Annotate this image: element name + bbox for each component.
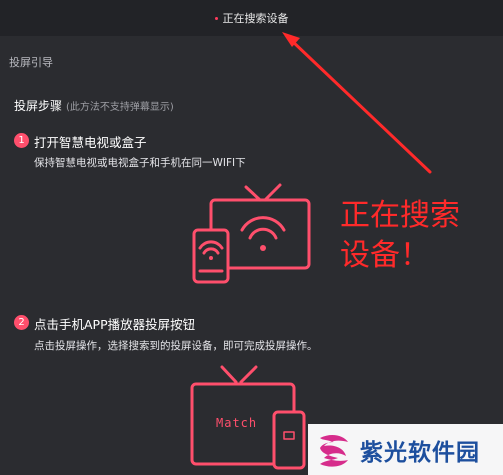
annotation-text: 正在搜索 设备！ (340, 196, 490, 276)
watermark: 紫光软件园 (308, 424, 503, 475)
watermark-text: 紫光软件园 (360, 439, 480, 466)
annotation-line-1: 正在搜索 (340, 198, 460, 233)
annotation-line-2: 设备！ (340, 238, 430, 273)
watermark-logo-icon (320, 434, 348, 467)
